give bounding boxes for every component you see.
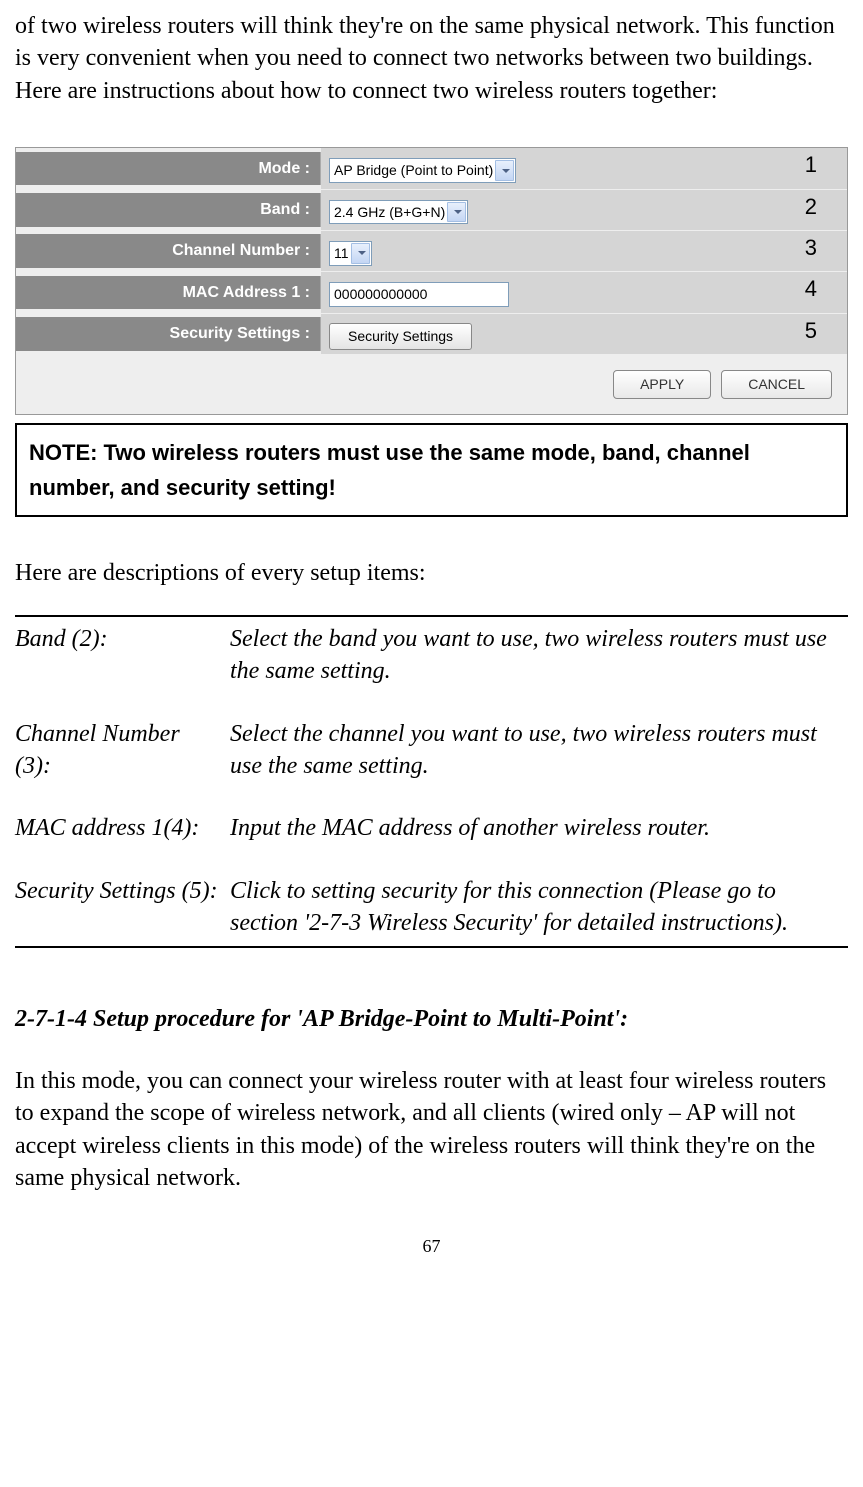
config-label: Channel Number :	[16, 234, 321, 268]
description-row: Security Settings (5):Click to setting s…	[15, 875, 848, 940]
config-label: Security Settings :	[16, 317, 321, 351]
callout-number: 3	[805, 233, 817, 263]
action-row: APPLY CANCEL	[16, 355, 847, 399]
page-number: 67	[15, 1234, 848, 1258]
intro-paragraph: of two wireless routers will think they'…	[15, 10, 848, 107]
config-row: MAC Address 1 : 000000000000 4	[16, 272, 847, 312]
config-value-cell: 000000000000	[321, 272, 847, 312]
description-definition: Input the MAC address of another wireles…	[230, 812, 848, 844]
config-value-cell: AP Bridge (Point to Point)	[321, 148, 847, 188]
chevron-down-icon	[502, 169, 510, 173]
descriptions-table: Band (2):Select the band you want to use…	[15, 615, 848, 948]
callout-number: 5	[805, 316, 817, 346]
chevron-down-icon	[454, 210, 462, 214]
config-row: Band : 2.4 GHz (B+G+N) 2	[16, 190, 847, 230]
section-heading: 2-7-1-4 Setup procedure for 'AP Bridge-P…	[15, 1003, 848, 1035]
section-body: In this mode, you can connect your wirel…	[15, 1065, 848, 1195]
cancel-button[interactable]: CANCEL	[721, 370, 832, 399]
config-value-cell: Security Settings	[321, 314, 847, 354]
apply-button[interactable]: APPLY	[613, 370, 711, 399]
select-channelnumber[interactable]: 11	[329, 241, 372, 266]
config-label: Mode :	[16, 152, 321, 186]
descriptions-intro: Here are descriptions of every setup ite…	[15, 557, 848, 589]
description-term: Channel Number (3):	[15, 718, 230, 783]
chevron-down-icon	[358, 251, 366, 255]
callout-number: 2	[805, 192, 817, 222]
select-mode[interactable]: AP Bridge (Point to Point)	[329, 158, 516, 183]
description-term: Band (2):	[15, 623, 230, 688]
config-row: Security Settings : Security Settings 5	[16, 314, 847, 354]
callout-number: 1	[805, 150, 817, 180]
note-box: NOTE: Two wireless routers must use the …	[15, 423, 848, 517]
description-row: Band (2):Select the band you want to use…	[15, 623, 848, 688]
description-definition: Select the channel you want to use, two …	[230, 718, 848, 783]
description-term: MAC address 1(4):	[15, 812, 230, 844]
config-row: Channel Number : 11 3	[16, 231, 847, 271]
description-definition: Click to setting security for this conne…	[230, 875, 848, 940]
mac-address-input[interactable]: 000000000000	[329, 282, 509, 307]
config-label: Band :	[16, 193, 321, 227]
config-row: Mode : AP Bridge (Point to Point) 1	[16, 148, 847, 188]
description-row: MAC address 1(4):Input the MAC address o…	[15, 812, 848, 844]
config-value-cell: 11	[321, 231, 847, 271]
config-value-cell: 2.4 GHz (B+G+N)	[321, 190, 847, 230]
security-settings-button[interactable]: Security Settings	[329, 323, 472, 350]
config-panel: Mode : AP Bridge (Point to Point) 1 Band : 2…	[15, 147, 848, 415]
callout-number: 4	[805, 274, 817, 304]
select-band[interactable]: 2.4 GHz (B+G+N)	[329, 200, 468, 225]
description-row: Channel Number (3):Select the channel yo…	[15, 718, 848, 783]
description-term: Security Settings (5):	[15, 875, 230, 940]
config-label: MAC Address 1 :	[16, 276, 321, 310]
description-definition: Select the band you want to use, two wir…	[230, 623, 848, 688]
